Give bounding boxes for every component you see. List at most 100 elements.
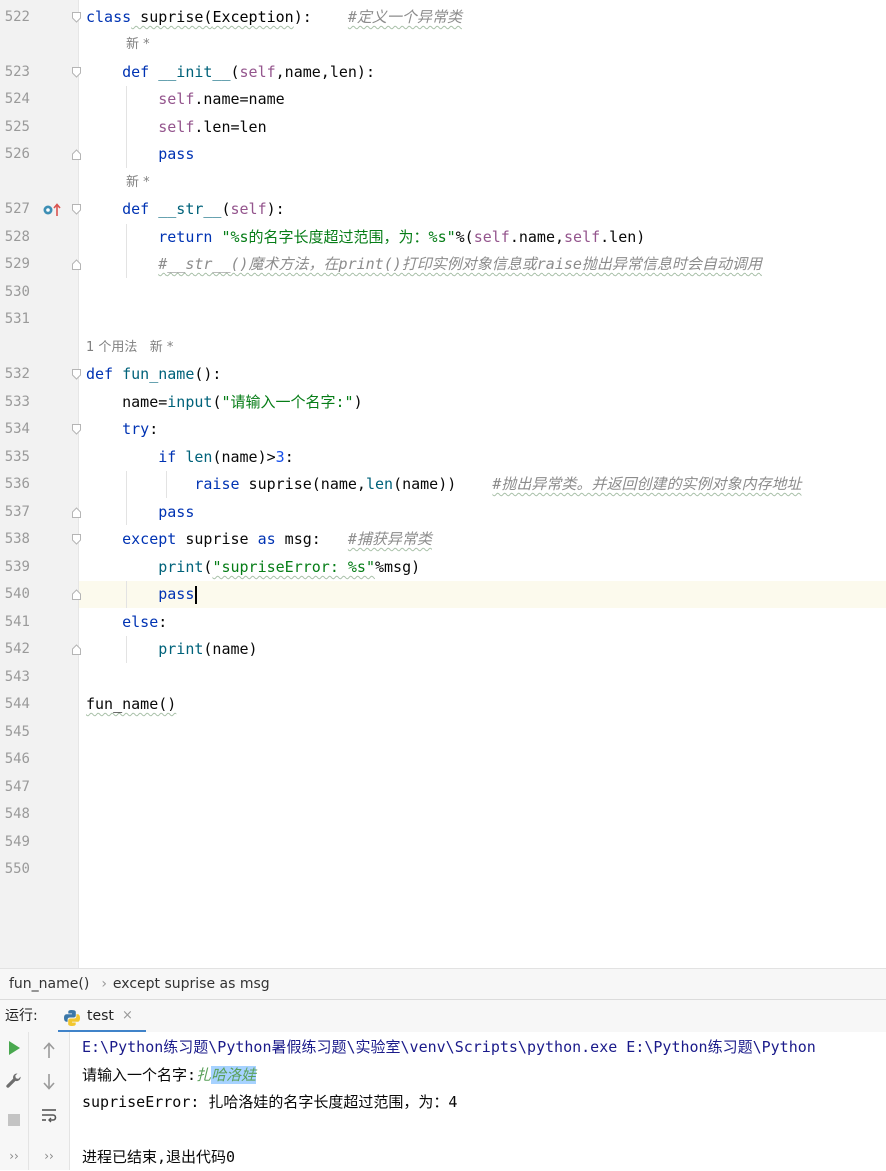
comment: #抛出异常类。并返回创建的实例对象内存地址 (492, 475, 802, 493)
fold-end-icon[interactable] (72, 507, 81, 518)
code-line-540[interactable]: pass (86, 581, 886, 608)
statement: (name)) (393, 475, 457, 493)
line-number: 529 (4, 256, 30, 272)
console-command-line[interactable]: E:\Python练习题\Python暑假练习题\实验室\venv\Script… (82, 1033, 816, 1061)
punctuation: ) (353, 393, 363, 411)
code-line-527[interactable]: def __str__(self): (86, 196, 886, 223)
fold-end-icon[interactable] (72, 149, 81, 160)
line-number: 531 (4, 311, 30, 327)
line-number: 530 (4, 284, 30, 300)
code-line-533[interactable]: name=input("请输入一个名字:") (86, 389, 886, 416)
override-marker-icon[interactable] (42, 202, 64, 218)
code-line-536[interactable]: raise suprise(name,len(name)) #抛出异常类。并返回… (86, 471, 886, 498)
inlay-hint-new[interactable]: 新 * (126, 169, 150, 196)
code-line-528[interactable]: return "%s的名字长度超过范围，为：%s"%(self.name,sel… (86, 224, 886, 251)
breadcrumb-item[interactable]: fun_name() (9, 976, 89, 992)
code-line-524[interactable]: self.name=name (86, 86, 886, 113)
punctuation: : (149, 420, 159, 438)
down-arrow-icon[interactable] (39, 1073, 59, 1093)
fold-marker-icon[interactable] (72, 12, 81, 23)
function-name: __str__ (158, 200, 222, 218)
statement: %msg) (375, 558, 421, 576)
line-number: 550 (4, 861, 30, 877)
self-keyword: self (158, 90, 195, 108)
inlay-hint-new[interactable]: 新 * (126, 31, 150, 58)
up-arrow-icon[interactable] (39, 1041, 59, 1061)
code-line-535[interactable]: if len(name)>3: (86, 444, 886, 471)
breadcrumb-separator: › (101, 976, 107, 992)
more-icon[interactable]: ›› (39, 1146, 59, 1166)
line-number: 547 (4, 779, 30, 795)
line-number: 526 (4, 146, 30, 162)
console-exit-line: 进程已结束,退出代码0 (82, 1148, 236, 1166)
base-class: Exception (212, 8, 294, 26)
console-selected-text[interactable]: 哈洛娃 (211, 1066, 257, 1084)
soft-wrap-icon[interactable] (39, 1106, 59, 1126)
code-line-525[interactable]: self.len=len (86, 114, 886, 141)
more-icon[interactable]: ›› (4, 1146, 24, 1166)
fold-end-icon[interactable] (72, 259, 81, 270)
string-literal: "supriseError: %s" (212, 558, 375, 576)
code-editor[interactable]: 522 523 524 525 526 527 528 529 530 531 … (0, 0, 886, 968)
line-number: 539 (4, 559, 30, 575)
wrench-icon[interactable] (4, 1072, 24, 1092)
text-caret (195, 585, 198, 604)
fold-marker-icon[interactable] (72, 204, 81, 215)
code-line-522[interactable]: class suprise(Exception): #定义一个异常类 (86, 4, 886, 31)
code-line-539[interactable]: print("supriseError: %s"%msg) (86, 554, 886, 581)
line-number: 524 (4, 91, 30, 107)
line-number: 535 (4, 449, 30, 465)
class-name: suprise( (131, 8, 213, 26)
fold-end-icon[interactable] (72, 589, 81, 600)
builtin-function: input (167, 393, 213, 411)
line-number: 544 (4, 696, 30, 712)
code-line-538[interactable]: except suprise as msg: #捕获异常类 (86, 526, 886, 553)
code-line-529[interactable]: #__str__()魔术方法，在print()打印实例对象信息或raise抛出异… (86, 251, 886, 278)
code-line-544[interactable]: fun_name() (86, 691, 886, 718)
inlay-hint-usages[interactable]: 1 个用法 新 * (86, 334, 173, 361)
code-line-526[interactable]: pass (86, 141, 886, 168)
code-line-523[interactable]: def __init__(self,name,len): (86, 59, 886, 86)
function-call: fun_name() (86, 695, 177, 713)
line-number: 549 (4, 834, 30, 850)
console-prompt: 请输入一个名字: (82, 1066, 197, 1084)
keyword: pass (158, 503, 195, 521)
fold-end-icon[interactable] (72, 644, 81, 655)
fold-marker-icon[interactable] (72, 534, 81, 545)
punctuation: : (284, 448, 294, 466)
line-number: 548 (4, 806, 30, 822)
line-number: 528 (4, 229, 30, 245)
self-keyword: self (564, 228, 601, 246)
code-line-542[interactable]: print(name) (86, 636, 886, 663)
keyword: else (122, 613, 159, 631)
line-number: 532 (4, 366, 30, 382)
fold-marker-icon[interactable] (72, 67, 81, 78)
keyword: def (122, 200, 150, 218)
code-line-541[interactable]: else: (86, 609, 886, 636)
comment: #定义一个异常类 (347, 8, 462, 26)
keyword: try (122, 420, 150, 438)
line-number: 523 (4, 64, 30, 80)
stop-icon[interactable] (4, 1112, 24, 1132)
punctuation: ): (293, 8, 312, 26)
builtin-function: print (158, 640, 204, 658)
line-number: 541 (4, 614, 30, 630)
run-console[interactable]: E:\Python练习题\Python暑假练习题\实验室\venv\Script… (70, 1032, 886, 1170)
statement: .name=name (194, 90, 285, 108)
code-line-532[interactable]: def fun_name(): (86, 361, 886, 388)
statement: msg: (275, 530, 321, 548)
fold-marker-icon[interactable] (72, 369, 81, 380)
run-tab-test[interactable]: test × (58, 1000, 146, 1033)
code-line-534[interactable]: try: (86, 416, 886, 443)
close-icon[interactable]: × (122, 1000, 133, 1032)
statement: (name)> (212, 448, 276, 466)
breadcrumb-item[interactable]: except suprise as msg (113, 976, 270, 992)
self-keyword: self (473, 228, 510, 246)
statement: .name, (509, 228, 565, 246)
keyword: pass (158, 145, 195, 163)
keyword: def (122, 63, 150, 81)
code-line-537[interactable]: pass (86, 499, 886, 526)
builtin-function: len (185, 448, 213, 466)
run-icon[interactable] (4, 1040, 24, 1060)
fold-marker-icon[interactable] (72, 424, 81, 435)
